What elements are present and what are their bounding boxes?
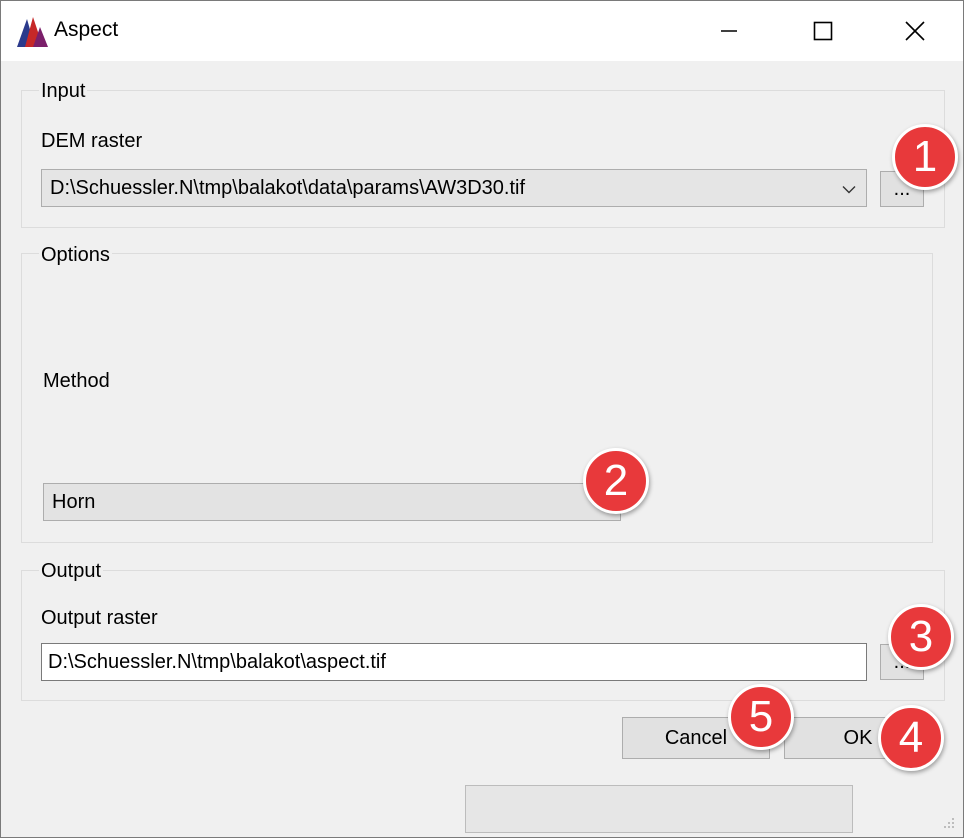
minimize-button[interactable] bbox=[683, 1, 775, 61]
callout-badge-3: 3 bbox=[888, 604, 954, 670]
input-group-title: Input bbox=[39, 80, 88, 103]
maximize-button[interactable] bbox=[777, 1, 869, 61]
method-select[interactable]: Horn bbox=[43, 483, 621, 521]
dem-raster-combo[interactable]: D:\Schuessler.N\tmp\balakot\data\params\… bbox=[41, 169, 867, 207]
method-label: Method bbox=[43, 370, 110, 392]
method-value: Horn bbox=[52, 490, 96, 513]
output-group-title: Output bbox=[39, 560, 104, 583]
minimize-icon bbox=[719, 21, 739, 41]
callout-badge-2: 2 bbox=[583, 448, 649, 514]
callout-badge-5: 5 bbox=[728, 684, 794, 750]
dem-raster-label: DEM raster bbox=[41, 130, 143, 152]
output-raster-label: Output raster bbox=[41, 607, 158, 629]
options-group-title: Options bbox=[39, 244, 112, 267]
title-bar: Aspect bbox=[1, 1, 963, 61]
callout-badge-4: 4 bbox=[878, 705, 944, 771]
callout-badge-1: 1 bbox=[892, 124, 958, 190]
dem-raster-value: D:\Schuessler.N\tmp\balakot\data\params\… bbox=[50, 176, 526, 199]
input-group bbox=[21, 90, 945, 228]
maximize-icon bbox=[813, 21, 833, 41]
output-group bbox=[21, 570, 945, 701]
aspect-dialog: Aspect Input DEM raster D:\Schuessler.N\… bbox=[0, 0, 964, 838]
progress-bar bbox=[465, 785, 853, 833]
app-logo-icon bbox=[15, 15, 49, 47]
chevron-down-icon bbox=[842, 177, 856, 200]
close-button[interactable] bbox=[869, 1, 961, 61]
close-icon bbox=[904, 20, 926, 42]
window-title: Aspect bbox=[54, 18, 119, 41]
output-raster-field[interactable]: D:\Schuessler.N\tmp\balakot\aspect.tif bbox=[41, 643, 867, 681]
output-raster-value: D:\Schuessler.N\tmp\balakot\aspect.tif bbox=[48, 650, 386, 673]
resize-grip-icon[interactable] bbox=[939, 815, 957, 838]
